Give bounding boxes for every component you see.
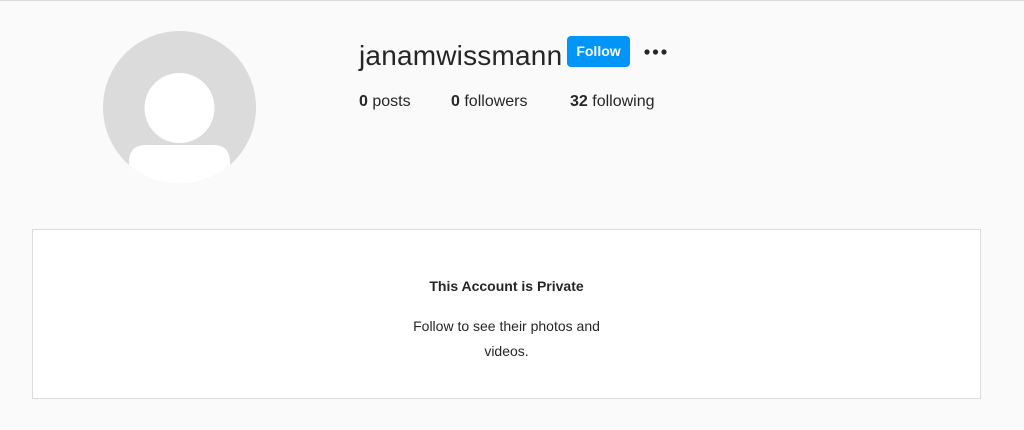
default-avatar-icon bbox=[103, 31, 256, 184]
followers-number: 0 bbox=[451, 93, 460, 110]
profile-username: janamwissmann bbox=[359, 40, 563, 71]
follow-button[interactable]: Follow bbox=[567, 36, 630, 67]
more-options-button[interactable] bbox=[643, 44, 669, 60]
header-divider bbox=[0, 0, 1024, 1]
followers-link[interactable]: 0 followers bbox=[451, 92, 528, 112]
posts-number: 0 bbox=[359, 93, 368, 110]
followers-label: followers bbox=[464, 93, 528, 110]
following-label: following bbox=[592, 93, 655, 110]
private-notice-title: This Account is Private bbox=[429, 278, 584, 294]
profile-avatar[interactable] bbox=[103, 31, 256, 184]
private-account-notice: This Account is Private Follow to see th… bbox=[32, 229, 981, 399]
private-notice-message: Follow to see their photos and videos. bbox=[413, 318, 600, 359]
ellipsis-icon bbox=[644, 49, 667, 55]
posts-label: posts bbox=[372, 93, 411, 110]
profile-page: janamwissmann Follow 0 posts 0 followers… bbox=[0, 0, 1024, 430]
following-link[interactable]: 32 following bbox=[570, 92, 655, 112]
posts-count: 0 posts bbox=[359, 92, 411, 112]
following-number: 32 bbox=[570, 93, 588, 110]
